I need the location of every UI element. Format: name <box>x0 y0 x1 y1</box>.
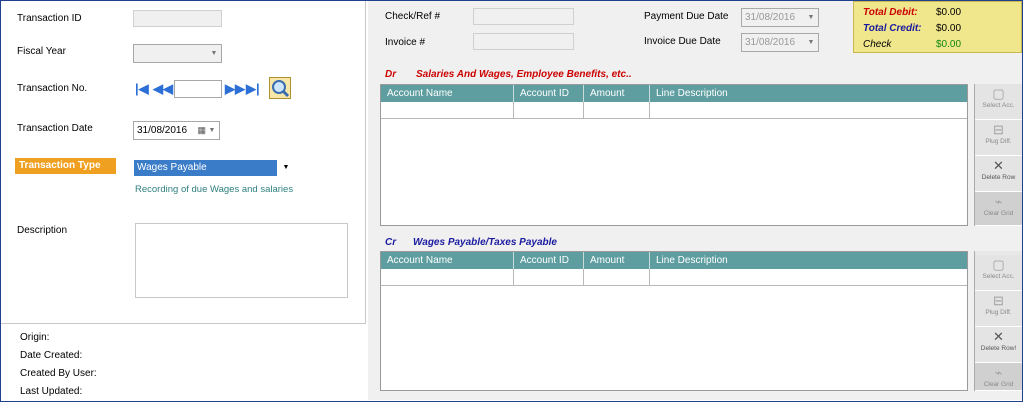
transaction-no-field[interactable] <box>174 80 222 98</box>
record-metadata: Origin: Date Created: Created By User: L… <box>1 323 366 400</box>
column-header-amount[interactable]: Amount <box>584 252 650 269</box>
table-row[interactable] <box>381 269 967 286</box>
column-header-line-description[interactable]: Line Description <box>650 252 967 269</box>
credit-prefix: Cr <box>385 237 397 248</box>
invoice-field[interactable] <box>473 33 574 50</box>
payment-due-label: Payment Due Date <box>644 11 729 22</box>
cell-line-description[interactable] <box>650 102 967 119</box>
transaction-date-picker[interactable]: 31/08/2016 ▦ ▼ <box>133 121 220 140</box>
broom-icon: ⌁ <box>994 194 1003 209</box>
check-ref-label: Check/Ref # <box>385 11 441 22</box>
cell-amount[interactable] <box>584 102 650 119</box>
check-value: $0.00 <box>936 39 962 50</box>
totals-box: Total Debit: $0.00 Total Credit: $0.00 C… <box>853 1 1022 53</box>
next-record-icon[interactable]: ▶▶ <box>225 81 245 97</box>
fiscal-year-label: Fiscal Year <box>17 46 66 57</box>
total-credit-label: Total Credit: <box>863 23 922 34</box>
last-updated-label: Last Updated: <box>20 386 83 397</box>
plug-difference-button[interactable]: ⊟ Plug Diff. <box>975 120 1022 156</box>
fiscal-year-select[interactable]: ▼ <box>133 44 222 63</box>
last-record-icon[interactable]: ▶| <box>246 81 260 97</box>
delete-row-button[interactable]: ✕ Delete Row <box>975 156 1022 192</box>
total-debit-label: Total Debit: <box>863 7 918 18</box>
invoice-label: Invoice # <box>385 37 426 48</box>
transaction-no-label: Transaction No. <box>17 83 88 94</box>
select-account-icon: ▢ <box>992 257 1005 272</box>
chevron-down-icon[interactable]: ▼ <box>279 160 293 176</box>
debit-prefix: Dr <box>385 69 397 80</box>
transaction-type-label: Transaction Type <box>15 158 116 174</box>
cell-account-name[interactable] <box>381 102 514 119</box>
column-header-amount[interactable]: Amount <box>584 85 650 102</box>
plug-difference-icon: ⊟ <box>993 122 1004 137</box>
magnifier-icon <box>272 80 290 98</box>
select-account-label: Select Acc. <box>982 102 1015 109</box>
invoice-due-picker[interactable]: 31/08/2016 ▼ <box>741 33 819 52</box>
select-account-button[interactable]: ▢ Select Acc. <box>975 255 1022 291</box>
delete-row-label: Delete Row <box>981 174 1016 181</box>
cell-account-id[interactable] <box>514 102 584 119</box>
invoice-due-value: 31/08/2016 <box>745 37 796 48</box>
description-textarea[interactable] <box>135 223 348 298</box>
cell-line-description[interactable] <box>650 269 967 286</box>
payment-due-picker[interactable]: 31/08/2016 ▼ <box>741 8 819 27</box>
credit-grid[interactable]: Account Name Account ID Amount Line Desc… <box>380 251 968 391</box>
table-row[interactable] <box>381 102 967 119</box>
plug-difference-button[interactable]: ⊟ Plug Diff. <box>975 291 1022 327</box>
column-header-account-id[interactable]: Account ID <box>514 85 584 102</box>
clear-grid-label: Clear Grid <box>983 210 1014 217</box>
transaction-date-value: 31/08/2016 <box>137 125 188 136</box>
search-button[interactable] <box>269 77 291 99</box>
credit-section-title: Wages Payable/Taxes Payable <box>413 237 557 248</box>
previous-record-icon[interactable]: ◀◀ <box>153 81 173 97</box>
cell-account-name[interactable] <box>381 269 514 286</box>
transaction-date-label: Transaction Date <box>17 123 93 134</box>
plug-difference-label: Plug Diff. <box>985 138 1012 145</box>
column-header-line-description[interactable]: Line Description <box>650 85 967 102</box>
created-by-label: Created By User: <box>20 368 97 379</box>
column-header-account-id[interactable]: Account ID <box>514 252 584 269</box>
credit-grid-toolbar: ▢ Select Acc. ⊟ Plug Diff. ✕ Delete Row!… <box>974 251 1022 391</box>
cell-account-id[interactable] <box>514 269 584 286</box>
broom-icon: ⌁ <box>994 365 1003 380</box>
select-account-label: Select Acc. <box>982 273 1015 280</box>
chevron-down-icon: ▼ <box>208 127 216 134</box>
clear-grid-button[interactable]: ⌁ Clear Grid <box>975 192 1022 226</box>
total-debit-value: $0.00 <box>936 7 962 18</box>
total-credit-value: $0.00 <box>936 23 962 34</box>
transaction-type-select[interactable]: Wages Payable <box>134 160 277 176</box>
payment-due-value: 31/08/2016 <box>745 12 796 23</box>
origin-label: Origin: <box>20 332 50 343</box>
select-account-icon: ▢ <box>992 86 1005 101</box>
debit-section-title: Salaries And Wages, Employee Benefits, e… <box>416 69 632 80</box>
check-label: Check <box>863 39 892 50</box>
chevron-down-icon: ▼ <box>807 14 815 21</box>
clear-grid-label: Clear Grid <box>983 381 1014 388</box>
debit-grid-toolbar: ▢ Select Acc. ⊟ Plug Diff. ✕ Delete Row … <box>974 84 1022 226</box>
chevron-down-icon: ▼ <box>210 50 218 57</box>
delete-row-label: Delete Row! <box>980 345 1017 352</box>
cell-amount[interactable] <box>584 269 650 286</box>
date-created-label: Date Created: <box>20 350 83 361</box>
select-account-button[interactable]: ▢ Select Acc. <box>975 84 1022 120</box>
column-header-account-name[interactable]: Account Name <box>381 85 514 102</box>
check-ref-field[interactable] <box>473 8 574 25</box>
column-header-account-name[interactable]: Account Name <box>381 252 514 269</box>
description-label: Description <box>17 225 68 236</box>
credit-grid-header: Account Name Account ID Amount Line Desc… <box>381 252 967 269</box>
delete-x-icon: ✕ <box>993 329 1004 344</box>
first-record-icon[interactable]: |◀ <box>135 81 149 97</box>
chevron-down-icon: ▼ <box>807 39 815 46</box>
debit-grid[interactable]: Account Name Account ID Amount Line Desc… <box>380 84 968 226</box>
clear-grid-button[interactable]: ⌁ Clear Grid <box>975 363 1022 391</box>
transaction-type-hint: Recording of due Wages and salaries <box>135 184 294 195</box>
plug-difference-label: Plug Diff. <box>985 309 1012 316</box>
invoice-due-label: Invoice Due Date <box>644 36 721 47</box>
transaction-id-label: Transaction ID <box>17 13 82 24</box>
delete-row-button[interactable]: ✕ Delete Row! <box>975 327 1022 363</box>
debit-grid-header: Account Name Account ID Amount Line Desc… <box>381 85 967 102</box>
plug-difference-icon: ⊟ <box>993 293 1004 308</box>
transaction-id-field[interactable] <box>133 10 222 27</box>
delete-x-icon: ✕ <box>993 158 1004 173</box>
